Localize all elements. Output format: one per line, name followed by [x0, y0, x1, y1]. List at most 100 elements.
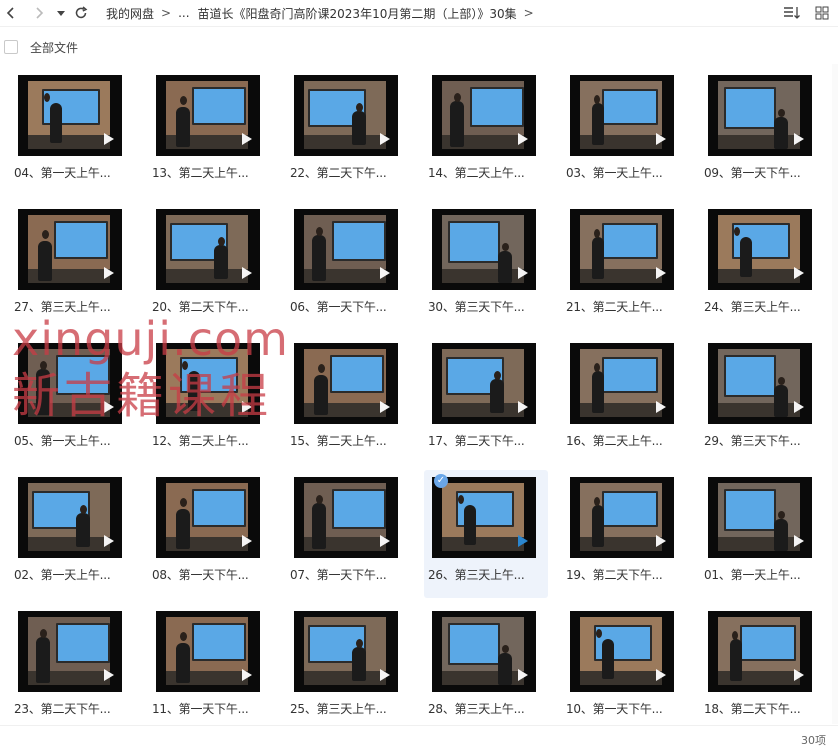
video-thumbnail[interactable]: [156, 343, 260, 424]
thumbnail-frame: [718, 617, 800, 685]
file-name: 18、第二天下午...: [704, 702, 801, 716]
video-thumbnail[interactable]: [432, 611, 536, 692]
thumbnail-frame: [442, 483, 524, 551]
view-options: [782, 3, 832, 23]
refresh-button[interactable]: [72, 2, 90, 24]
presenter-head: [778, 511, 785, 519]
video-thumbnail[interactable]: [570, 343, 674, 424]
thumbnail-frame: [580, 215, 662, 283]
video-thumbnail[interactable]: [708, 343, 812, 424]
video-thumbnail[interactable]: [156, 611, 260, 692]
file-tile[interactable]: ✓ 26、第三天上午...: [424, 470, 548, 598]
thumbnail-frame: [580, 349, 662, 417]
presenter-figure: [314, 375, 328, 415]
presenter-head: [40, 361, 47, 370]
scrollbar[interactable]: [832, 64, 838, 724]
file-tile[interactable]: 01、第一天上午...: [700, 470, 824, 598]
file-tile[interactable]: 10、第一天下午...: [562, 604, 686, 732]
breadcrumb-item[interactable]: 苗道长《阳盘奇门高阶课2023年10月第二期（上部）》30集: [194, 5, 521, 22]
video-thumbnail[interactable]: [708, 75, 812, 156]
video-thumbnail[interactable]: [294, 611, 398, 692]
presenter-head: [596, 629, 602, 638]
video-thumbnail[interactable]: [432, 343, 536, 424]
file-tile[interactable]: 19、第二天下午...: [562, 470, 686, 598]
presenter-head: [356, 639, 363, 648]
file-tile[interactable]: 29、第三天下午...: [700, 336, 824, 464]
video-thumbnail[interactable]: [156, 209, 260, 290]
presenter-head: [182, 361, 188, 370]
file-tile[interactable]: 14、第二天上午...: [424, 68, 548, 196]
presenter-head: [454, 93, 461, 102]
sort-button[interactable]: [782, 3, 802, 23]
presenter-head: [180, 96, 187, 105]
presenter-head: [502, 243, 509, 251]
history-dropdown-button[interactable]: [52, 2, 70, 24]
file-name: 01、第一天上午...: [704, 568, 801, 582]
video-thumbnail[interactable]: [18, 343, 122, 424]
video-thumbnail[interactable]: [18, 75, 122, 156]
file-tile[interactable]: 03、第一天上午...: [562, 68, 686, 196]
file-tile[interactable]: 12、第二天上午...: [148, 336, 272, 464]
file-tile[interactable]: 16、第二天上午...: [562, 336, 686, 464]
video-thumbnail[interactable]: [432, 477, 536, 558]
video-thumbnail[interactable]: [18, 209, 122, 290]
video-thumbnail[interactable]: [156, 75, 260, 156]
file-tile[interactable]: 27、第三天上午...: [10, 202, 134, 330]
video-thumbnail[interactable]: [294, 343, 398, 424]
presenter-head: [218, 237, 225, 246]
presenter-head: [594, 497, 600, 506]
file-tile[interactable]: 08、第一天下午...: [148, 470, 272, 598]
play-icon: [104, 401, 114, 413]
video-thumbnail[interactable]: [570, 477, 674, 558]
file-tile[interactable]: 11、第一天下午...: [148, 604, 272, 732]
file-tile[interactable]: 17、第二天下午...: [424, 336, 548, 464]
file-tile[interactable]: 04、第一天上午...: [10, 68, 134, 196]
video-thumbnail[interactable]: [294, 209, 398, 290]
video-thumbnail[interactable]: [570, 209, 674, 290]
video-thumbnail[interactable]: [708, 477, 812, 558]
video-thumbnail[interactable]: [570, 75, 674, 156]
presenter-head: [80, 505, 87, 514]
file-tile[interactable]: 13、第二天上午...: [148, 68, 272, 196]
file-tile[interactable]: 09、第一天下午...: [700, 68, 824, 196]
video-thumbnail[interactable]: [432, 209, 536, 290]
video-thumbnail[interactable]: [156, 477, 260, 558]
video-thumbnail[interactable]: [570, 611, 674, 692]
video-thumbnail[interactable]: [294, 75, 398, 156]
file-tile[interactable]: 05、第一天上午...: [10, 336, 134, 464]
whiteboard-screen: [602, 357, 658, 393]
video-thumbnail[interactable]: [18, 477, 122, 558]
file-tile[interactable]: 15、第二天上午...: [286, 336, 410, 464]
file-tile[interactable]: 21、第二天上午...: [562, 202, 686, 330]
file-tile[interactable]: 02、第一天上午...: [10, 470, 134, 598]
video-thumbnail[interactable]: [708, 209, 812, 290]
file-tile[interactable]: 24、第三天上午...: [700, 202, 824, 330]
play-icon: [794, 133, 804, 145]
breadcrumb-item[interactable]: 我的网盘: [102, 5, 158, 22]
grid-view-button[interactable]: [812, 3, 832, 23]
thumbnail-frame: [304, 483, 386, 551]
file-tile[interactable]: 23、第二天下午...: [10, 604, 134, 732]
video-thumbnail[interactable]: [294, 477, 398, 558]
file-tile[interactable]: 20、第二天下午...: [148, 202, 272, 330]
file-tile[interactable]: 28、第三天上午...: [424, 604, 548, 732]
video-thumbnail[interactable]: [432, 75, 536, 156]
file-name: 12、第二天上午...: [152, 434, 249, 448]
file-tile[interactable]: 18、第二天下午...: [700, 604, 824, 732]
selected-check-icon[interactable]: ✓: [434, 474, 448, 488]
forward-button[interactable]: [30, 2, 48, 24]
presenter-figure: [214, 245, 228, 279]
back-button[interactable]: [2, 2, 20, 24]
file-tile[interactable]: 22、第二天下午...: [286, 68, 410, 196]
video-thumbnail[interactable]: [708, 611, 812, 692]
breadcrumb-item[interactable]: ...: [174, 6, 193, 20]
video-thumbnail[interactable]: [18, 611, 122, 692]
presenter-figure: [176, 107, 190, 147]
file-tile[interactable]: 25、第三天上午...: [286, 604, 410, 732]
file-tile[interactable]: 06、第一天下午...: [286, 202, 410, 330]
whiteboard-screen: [54, 221, 108, 259]
file-tile[interactable]: 07、第一天下午...: [286, 470, 410, 598]
select-all-checkbox[interactable]: [4, 40, 18, 54]
play-icon: [104, 535, 114, 547]
file-tile[interactable]: 30、第三天下午...: [424, 202, 548, 330]
